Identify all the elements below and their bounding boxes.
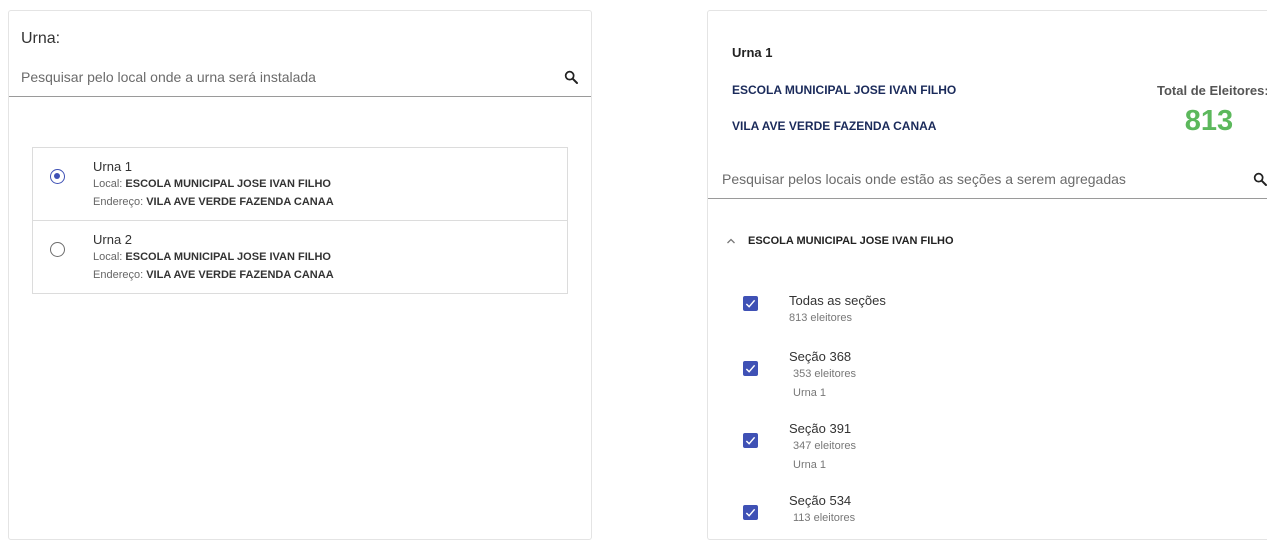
section-eleitores: 353 eleitores	[793, 368, 856, 380]
urna-endereco: Endereço: VILA AVE VERDE FAZENDA CANAA	[93, 196, 334, 208]
total-eleitores-value: 813	[1184, 105, 1234, 137]
section-aggregation-panel: Urna 1 ESCOLA MUNICIPAL JOSE IVAN FILHO …	[707, 10, 1267, 540]
selected-urna-name: Urna 1	[732, 45, 773, 60]
urna-option-1[interactable]: Urna 1 Local: ESCOLA MUNICIPAL JOSE IVAN…	[33, 148, 567, 221]
urna-name: Urna 1	[93, 159, 133, 174]
urna-title: Urna:	[21, 30, 61, 47]
selected-urna-local: ESCOLA MUNICIPAL JOSE IVAN FILHO	[732, 83, 957, 97]
section-eleitores: 347 eleitores	[793, 440, 856, 452]
chevron-up-icon[interactable]	[726, 236, 736, 246]
section-urna: Urna 1	[793, 459, 827, 471]
search-icon[interactable]	[563, 69, 579, 85]
urna-local: Local: ESCOLA MUNICIPAL JOSE IVAN FILHO	[93, 178, 331, 190]
urna-endereco: Endereço: VILA AVE VERDE FAZENDA CANAA	[93, 269, 334, 281]
checkbox-checked-icon[interactable]	[743, 433, 758, 448]
section-eleitores: 113 eleitores	[793, 512, 856, 524]
urna-local: Local: ESCOLA MUNICIPAL JOSE IVAN FILHO	[93, 251, 331, 263]
section-search-input[interactable]	[722, 170, 1252, 187]
checkbox-checked-icon[interactable]	[743, 361, 758, 376]
section-name: Seção 391	[789, 421, 852, 436]
section-name: Seção 534	[789, 493, 852, 508]
total-eleitores-label: Total de Eleitores:	[1157, 83, 1267, 98]
all-sections-eleitores: 813 eleitores	[789, 312, 852, 324]
radio-unselected-icon[interactable]	[50, 242, 65, 257]
section-urna: Urna 1	[793, 387, 827, 399]
urna-name: Urna 2	[93, 232, 133, 247]
urna-selection-panel: Urna: Urna 1 Local: ESCOLA MUNICIPAL JOS…	[8, 10, 592, 540]
urna-search-bar	[9, 63, 591, 97]
section-search-bar	[708, 165, 1267, 199]
urna-option-2[interactable]: Urna 2 Local: ESCOLA MUNICIPAL JOSE IVAN…	[33, 221, 567, 293]
urna-search-input[interactable]	[21, 68, 563, 85]
search-icon[interactable]	[1252, 171, 1267, 187]
location-group-header[interactable]: ESCOLA MUNICIPAL JOSE IVAN FILHO	[726, 235, 954, 247]
section-name: Seção 368	[789, 349, 852, 364]
checkbox-checked-icon[interactable]	[743, 296, 758, 311]
selected-urna-endereco: VILA AVE VERDE FAZENDA CANAA	[732, 119, 937, 133]
radio-selected-icon[interactable]	[50, 169, 65, 184]
location-group-title: ESCOLA MUNICIPAL JOSE IVAN FILHO	[748, 235, 954, 247]
checkbox-checked-icon[interactable]	[743, 505, 758, 520]
all-sections-label: Todas as seções	[789, 293, 886, 308]
urna-list: Urna 1 Local: ESCOLA MUNICIPAL JOSE IVAN…	[32, 147, 568, 294]
